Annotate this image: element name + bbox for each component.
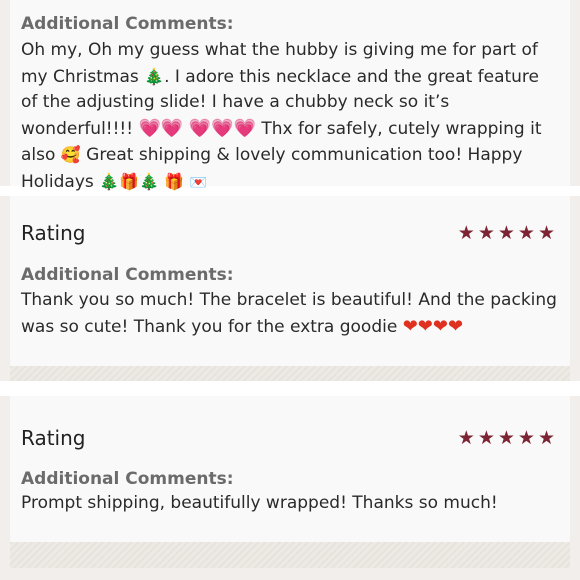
red-heart-icon: ❤	[417, 315, 433, 337]
star-icon: ★	[517, 426, 535, 449]
envelope-heart-icon: 💌	[189, 174, 208, 191]
card-footer-strip	[10, 366, 570, 381]
star-icon: ★	[457, 426, 475, 449]
comment-text: Thank you so much! The bracelet is beaut…	[21, 290, 557, 337]
pink-heart-icon: 💗	[138, 117, 161, 139]
pink-heart-icon: 💗	[211, 117, 234, 139]
star-icon: ★	[497, 221, 515, 244]
christmas-tree-icon: 🎄	[139, 171, 159, 191]
pink-heart-icon: 💗	[160, 117, 184, 139]
comments-heading: Additional Comments:	[21, 265, 234, 285]
red-heart-icon: ❤	[447, 315, 464, 337]
star-icon: ★	[537, 221, 555, 244]
smiling-face-with-hearts-icon: 🥰	[60, 145, 81, 164]
comments-heading: Additional Comments:	[21, 469, 234, 489]
rating-row: Rating ★ ★ ★ ★ ★	[21, 396, 559, 450]
review-card-3: Rating ★ ★ ★ ★ ★ Additional Comments: Pr…	[10, 396, 570, 542]
star-icon: ★	[517, 221, 535, 244]
red-heart-icon: ❤	[402, 315, 418, 337]
rating-label: Rating	[21, 221, 86, 245]
card-gap	[0, 381, 580, 396]
christmas-tree-icon: 🎄	[144, 66, 165, 86]
star-icon: ★	[457, 221, 475, 244]
gift-icon: 🎁	[119, 171, 140, 191]
star-rating: ★ ★ ★ ★ ★	[457, 426, 555, 449]
red-heart-icon: ❤	[432, 315, 448, 337]
star-icon: ★	[477, 221, 495, 244]
rating-label: Rating	[21, 426, 86, 450]
gift-icon: 🎁	[164, 171, 185, 191]
review-comment: Prompt shipping, beautifully wrapped! Th…	[21, 493, 498, 513]
card-footer-strip	[10, 542, 570, 568]
star-icon: ★	[497, 426, 515, 449]
star-icon: ★	[477, 426, 495, 449]
pink-heart-icon: 💗	[188, 117, 212, 139]
pink-heart-icon: 💗	[233, 117, 256, 139]
review-comment: Oh my, Oh my guess what the hubby is giv…	[21, 38, 559, 196]
review-comment: Thank you so much! The bracelet is beaut…	[21, 288, 559, 340]
star-rating: ★ ★ ★ ★ ★	[457, 221, 555, 244]
review-card-1: Additional Comments: Oh my, Oh my guess …	[10, 0, 570, 192]
christmas-tree-icon: 🎄	[99, 171, 120, 191]
review-card-2: Rating ★ ★ ★ ★ ★ Additional Comments: Th…	[10, 196, 570, 366]
comments-heading: Additional Comments:	[21, 14, 234, 34]
star-icon: ★	[537, 426, 555, 449]
rating-row: Rating ★ ★ ★ ★ ★	[21, 196, 559, 245]
comment-text-part: Great shipping & lovely communication to…	[21, 145, 523, 192]
